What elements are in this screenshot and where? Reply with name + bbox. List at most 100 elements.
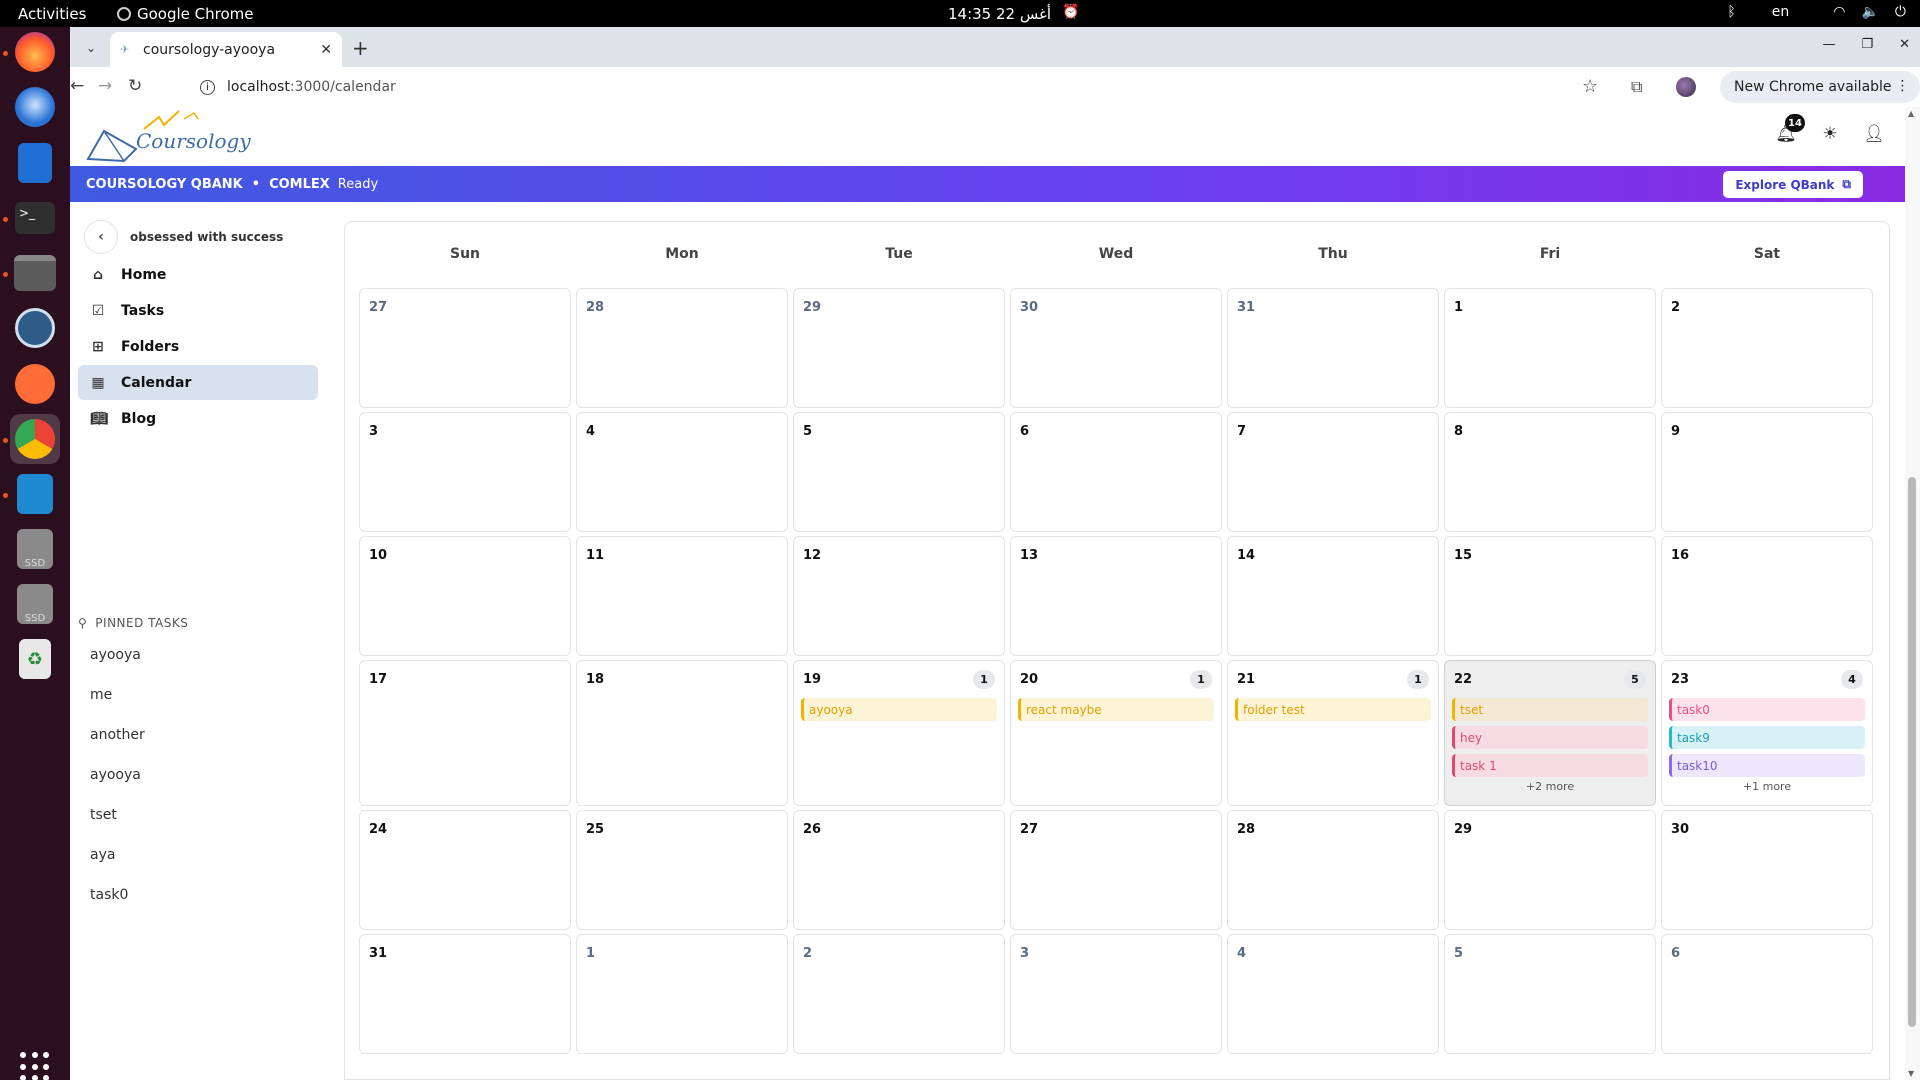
calendar-event[interactable]: task9 — [1669, 726, 1865, 749]
chrome-update-button[interactable]: New Chrome available ⋮ — [1720, 71, 1920, 103]
dock-postman[interactable] — [10, 359, 60, 409]
calendar-day-cell[interactable]: 29 — [1444, 810, 1656, 930]
reload-icon[interactable]: ↻ — [128, 76, 142, 96]
pinned-task[interactable]: tset — [90, 807, 117, 823]
pinned-task[interactable]: me — [90, 687, 112, 703]
show-apps-icon[interactable] — [20, 1052, 50, 1080]
input-language[interactable]: en — [1772, 4, 1790, 20]
dock-thunderbird[interactable] — [10, 82, 60, 132]
calendar-event[interactable]: task 1 — [1452, 754, 1648, 777]
address-bar[interactable]: i localhost:3000/calendar — [188, 72, 1650, 102]
dock-files[interactable] — [10, 248, 60, 298]
calendar-day-cell[interactable]: 27 — [359, 288, 571, 408]
calendar-event[interactable]: hey — [1452, 726, 1648, 749]
calendar-day-cell[interactable]: 5 — [1444, 934, 1656, 1054]
dock-trash[interactable]: ♻ — [10, 634, 60, 684]
system-clock[interactable]: 14:35 22 أغس — [948, 5, 1051, 23]
calendar-day-cell[interactable]: 21 1 folder test — [1227, 660, 1439, 806]
system-tray[interactable]: ᛒ en ◠ 🔈 ⏻ — [1727, 4, 1906, 20]
scroll-up-icon[interactable]: ▲ — [1908, 109, 1914, 118]
dock-pgadmin[interactable] — [10, 303, 60, 353]
calendar-day-cell[interactable]: 4 — [576, 412, 788, 532]
pinned-task[interactable]: ayooya — [90, 647, 141, 663]
focused-app-menu[interactable]: Google Chrome — [117, 5, 254, 23]
sidebar-item-home[interactable]: ⌂ Home — [78, 257, 318, 292]
calendar-day-cell[interactable]: 28 — [1227, 810, 1439, 930]
calendar-day-cell[interactable]: 1 — [1444, 288, 1656, 408]
calendar-event[interactable]: tset — [1452, 698, 1648, 721]
calendar-event[interactable]: folder test — [1235, 698, 1431, 721]
calendar-day-cell[interactable]: 23 4 task0 task9 task10 +1 more — [1661, 660, 1873, 806]
dock-vscode[interactable] — [10, 469, 60, 519]
user-menu-button[interactable]: 👤︎ — [1863, 123, 1885, 145]
calendar-day-cell[interactable]: 5 — [793, 412, 1005, 532]
browser-tab[interactable]: ✈ coursology-ayooya ✕ — [110, 32, 342, 67]
calendar-day-cell[interactable]: 6 — [1010, 412, 1222, 532]
calendar-day-cell[interactable]: 26 — [793, 810, 1005, 930]
calendar-day-cell[interactable]: 16 — [1661, 536, 1873, 656]
profile-avatar[interactable] — [1676, 77, 1696, 97]
minimize-icon[interactable]: — — [1822, 37, 1835, 52]
calendar-day-cell[interactable]: 9 — [1661, 412, 1873, 532]
new-tab-icon[interactable]: + — [352, 36, 369, 60]
calendar-day-cell[interactable]: 2 — [1661, 288, 1873, 408]
calendar-day-cell[interactable]: 11 — [576, 536, 788, 656]
scrollbar-thumb[interactable] — [1908, 477, 1916, 1027]
calendar-day-cell[interactable]: 14 — [1227, 536, 1439, 656]
more-events-link[interactable]: +1 more — [1662, 780, 1872, 793]
calendar-event[interactable]: ayooya — [801, 698, 997, 721]
calendar-day-cell[interactable]: 28 — [576, 288, 788, 408]
calendar-day-cell[interactable]: 27 — [1010, 810, 1222, 930]
extensions-icon[interactable]: ⧉ — [1631, 77, 1642, 97]
theme-toggle-button[interactable]: ☀ — [1819, 123, 1841, 145]
menu-kebab-icon[interactable]: ⋮ — [1896, 78, 1910, 94]
pinned-task[interactable]: task0 — [90, 887, 128, 903]
calendar-day-cell[interactable]: 13 — [1010, 536, 1222, 656]
calendar-day-cell[interactable]: 10 — [359, 536, 571, 656]
sidebar-item-folders[interactable]: ⊞ Folders — [78, 329, 318, 364]
scroll-down-icon[interactable]: ▼ — [1908, 1069, 1914, 1078]
site-logo[interactable]: Coursology — [84, 109, 251, 165]
calendar-day-cell[interactable]: 6 — [1661, 934, 1873, 1054]
calendar-day-cell[interactable]: 30 — [1661, 810, 1873, 930]
calendar-day-cell[interactable]: 19 1 ayooya — [793, 660, 1005, 806]
page-scrollbar[interactable]: ▲ ▼ — [1905, 107, 1920, 1080]
calendar-day-cell[interactable]: 18 — [576, 660, 788, 806]
calendar-day-cell[interactable]: 1 — [576, 934, 788, 1054]
sidebar-item-blog[interactable]: 📖︎ Blog — [78, 401, 318, 436]
collapse-sidebar-button[interactable]: ‹ — [84, 220, 118, 254]
calendar-day-cell[interactable]: 15 — [1444, 536, 1656, 656]
calendar-day-cell[interactable]: 2 — [793, 934, 1005, 1054]
calendar-day-cell[interactable]: 31 — [359, 934, 571, 1054]
calendar-day-cell-today[interactable]: 22 5 tset hey task 1 +2 more — [1444, 660, 1656, 806]
calendar-day-cell[interactable]: 29 — [793, 288, 1005, 408]
restore-icon[interactable]: ❐ — [1861, 37, 1873, 52]
notifications-button[interactable]: 🔔︎ 14 — [1775, 114, 1805, 145]
forward-icon[interactable]: → — [98, 76, 112, 96]
calendar-day-cell[interactable]: 3 — [359, 412, 571, 532]
activities-button[interactable]: Activities — [18, 5, 86, 23]
calendar-day-cell[interactable]: 30 — [1010, 288, 1222, 408]
dock-terminal[interactable]: >_ — [10, 193, 60, 243]
calendar-event[interactable]: react maybe — [1018, 698, 1214, 721]
back-icon[interactable]: ← — [70, 76, 84, 96]
sidebar-item-tasks[interactable]: ☑ Tasks — [78, 293, 318, 328]
close-tab-icon[interactable]: ✕ — [320, 42, 332, 58]
bookmark-star-icon[interactable]: ☆ — [1582, 76, 1598, 97]
calendar-day-cell[interactable]: 17 — [359, 660, 571, 806]
close-window-icon[interactable]: ✕ — [1899, 37, 1910, 52]
calendar-day-cell[interactable]: 12 — [793, 536, 1005, 656]
pinned-task[interactable]: ayooya — [90, 767, 141, 783]
dock-drive-2[interactable]: SSD — [10, 579, 60, 629]
sidebar-item-calendar[interactable]: ▦ Calendar — [78, 365, 318, 400]
calendar-day-cell[interactable]: 8 — [1444, 412, 1656, 532]
pinned-task[interactable]: another — [90, 727, 145, 743]
explore-qbank-button[interactable]: Explore QBank ⧉ — [1723, 171, 1863, 198]
dock-drive-1[interactable]: SSD — [10, 524, 60, 574]
calendar-day-cell[interactable]: 31 — [1227, 288, 1439, 408]
calendar-day-cell[interactable]: 4 — [1227, 934, 1439, 1054]
dock-writer[interactable] — [10, 138, 60, 188]
calendar-event[interactable]: task0 — [1669, 698, 1865, 721]
dock-firefox[interactable] — [10, 27, 60, 77]
dock-chrome[interactable] — [10, 414, 60, 464]
